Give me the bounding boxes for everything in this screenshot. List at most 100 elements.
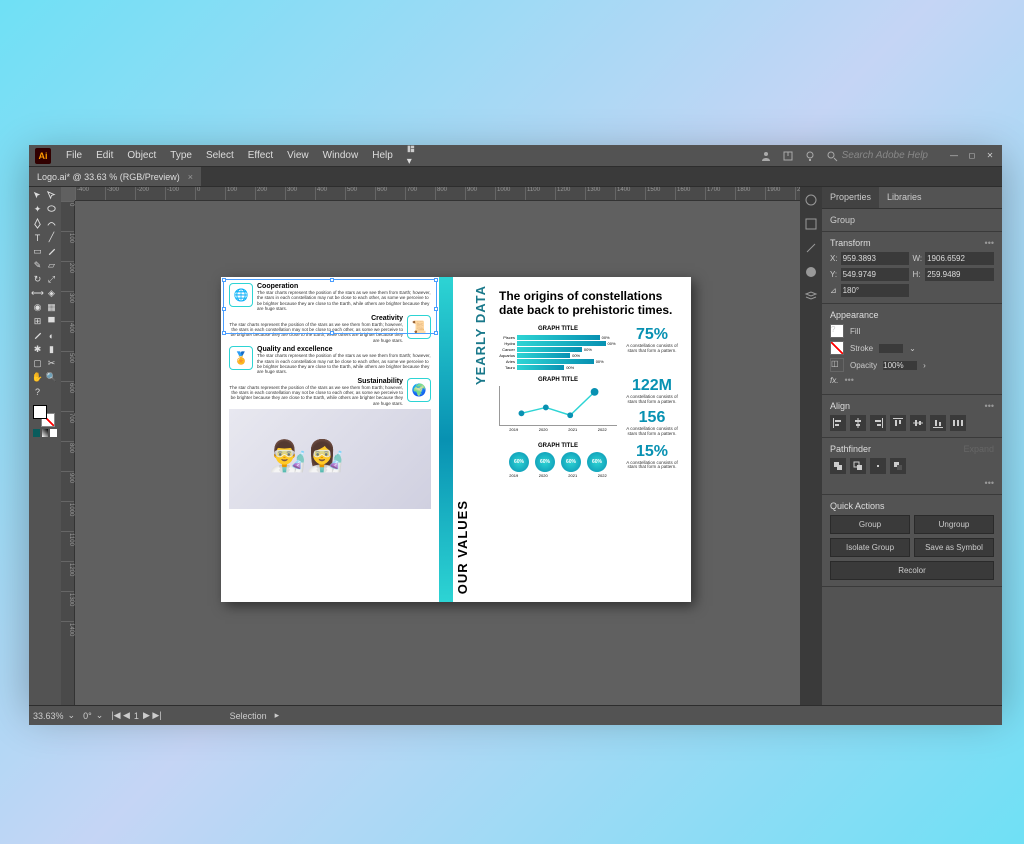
- opacity-swatch[interactable]: ◫: [830, 358, 844, 372]
- paintbrush-tool[interactable]: [45, 245, 58, 258]
- menu-window[interactable]: Window: [316, 150, 366, 161]
- hand-tool[interactable]: ✋: [31, 371, 44, 384]
- align-bottom[interactable]: [930, 415, 946, 431]
- fill-swatch[interactable]: [33, 405, 47, 419]
- pen-tool[interactable]: [31, 217, 44, 230]
- maximize-button[interactable]: ◻: [964, 151, 980, 161]
- transform-h[interactable]: [925, 268, 994, 281]
- stroke-dropdown[interactable]: ⌄: [909, 344, 916, 353]
- perspective-tool[interactable]: ▦: [45, 301, 58, 314]
- align-left[interactable]: [830, 415, 846, 431]
- stroke-weight[interactable]: [879, 344, 903, 353]
- swatch-none[interactable]: [50, 429, 57, 437]
- expand-button[interactable]: Expand: [963, 444, 994, 454]
- yearly-data-label: YEARLY DATA: [471, 277, 489, 602]
- align-top[interactable]: [890, 415, 906, 431]
- distribute-h[interactable]: [950, 415, 966, 431]
- toggle-fill-stroke[interactable]: ?: [31, 385, 44, 398]
- qa-isolate[interactable]: Isolate Group: [830, 538, 910, 557]
- pathfinder-unite[interactable]: [830, 458, 846, 474]
- align-hcenter[interactable]: [850, 415, 866, 431]
- swatch-color[interactable]: [33, 429, 40, 437]
- shape-builder-tool[interactable]: ◉: [31, 301, 44, 314]
- type-tool[interactable]: T: [31, 231, 44, 244]
- minimize-button[interactable]: —: [946, 151, 962, 161]
- menu-effect[interactable]: Effect: [241, 150, 280, 161]
- layers-panel-icon[interactable]: [804, 289, 818, 303]
- tab-properties[interactable]: Properties: [822, 187, 879, 208]
- rectangle-tool[interactable]: ▭: [31, 245, 44, 258]
- qa-ungroup[interactable]: Ungroup: [914, 515, 994, 534]
- menu-help[interactable]: Help: [365, 150, 400, 161]
- fill-swatch[interactable]: ?: [830, 324, 844, 338]
- menu-file[interactable]: File: [59, 150, 89, 161]
- menu-edit[interactable]: Edit: [89, 150, 120, 161]
- opacity-input[interactable]: [883, 361, 917, 370]
- share-icon[interactable]: [782, 150, 794, 162]
- qa-save-symbol[interactable]: Save as Symbol: [914, 538, 994, 557]
- scale-tool[interactable]: ⤢: [45, 273, 58, 286]
- brushes-panel-icon[interactable]: [804, 241, 818, 255]
- qa-recolor[interactable]: Recolor: [830, 561, 994, 580]
- tab-libraries[interactable]: Libraries: [879, 187, 930, 208]
- eyedropper-tool[interactable]: [31, 329, 44, 342]
- transform-x[interactable]: [841, 252, 910, 265]
- doc-tab[interactable]: Logo.ai* @ 33.63 % (RGB/Preview) ×: [29, 167, 201, 186]
- pathfinder-exclude[interactable]: [890, 458, 906, 474]
- artboard-nav[interactable]: |◀ ◀ 1 ▶ ▶|: [111, 710, 161, 721]
- symbol-sprayer-tool[interactable]: ✱: [31, 343, 44, 356]
- free-transform-tool[interactable]: ◈: [45, 287, 58, 300]
- value-body: The star charts represent the position o…: [229, 385, 403, 407]
- selection-arrow[interactable]: ▸: [275, 710, 280, 721]
- direct-selection-tool[interactable]: [45, 189, 58, 202]
- mesh-tool[interactable]: ⊞: [31, 315, 44, 328]
- more-icon[interactable]: •••: [985, 401, 994, 411]
- align-vcenter[interactable]: [910, 415, 926, 431]
- more-icon[interactable]: •••: [844, 375, 853, 385]
- search-box[interactable]: Search Adobe Help: [826, 150, 928, 162]
- pathfinder-intersect[interactable]: [870, 458, 886, 474]
- color-panel-icon[interactable]: [804, 193, 818, 207]
- selection-tool[interactable]: [31, 189, 44, 202]
- more-icon[interactable]: •••: [985, 478, 994, 488]
- stroke-swatch[interactable]: [830, 341, 844, 355]
- slice-tool[interactable]: ✂: [45, 357, 58, 370]
- rotate-tool[interactable]: ↻: [31, 273, 44, 286]
- column-graph-tool[interactable]: ▮: [45, 343, 58, 356]
- arrange-docs-icon[interactable]: ▾: [400, 145, 422, 167]
- magic-wand-tool[interactable]: ✦: [31, 203, 44, 216]
- shaper-tool[interactable]: ✎: [31, 259, 44, 272]
- lasso-tool[interactable]: [45, 203, 58, 216]
- rotate-view[interactable]: 0° ⌄: [83, 710, 103, 721]
- bulb-icon[interactable]: [804, 150, 816, 162]
- canvas[interactable]: -400-300-200-100010020030040050060070080…: [61, 187, 800, 705]
- artboard-tool[interactable]: ▢: [31, 357, 44, 370]
- tab-close-icon[interactable]: ×: [188, 172, 193, 182]
- menu-select[interactable]: Select: [199, 150, 241, 161]
- eraser-tool[interactable]: ▱: [45, 259, 58, 272]
- more-icon[interactable]: •••: [985, 238, 994, 248]
- curvature-tool[interactable]: [45, 217, 58, 230]
- user-icon[interactable]: [760, 150, 772, 162]
- close-button[interactable]: ✕: [982, 151, 998, 161]
- pathfinder-minus[interactable]: [850, 458, 866, 474]
- align-right[interactable]: [870, 415, 886, 431]
- menu-object[interactable]: Object: [120, 150, 163, 161]
- swatch-gradient[interactable]: [42, 429, 49, 437]
- line-tool[interactable]: ╱: [45, 231, 58, 244]
- transform-angle[interactable]: [841, 284, 910, 297]
- menu-view[interactable]: View: [280, 150, 316, 161]
- zoom-tool[interactable]: 🔍: [45, 371, 58, 384]
- opacity-dropdown[interactable]: ›: [923, 361, 926, 370]
- swatches-panel-icon[interactable]: [804, 217, 818, 231]
- zoom-level[interactable]: 33.63% ⌄: [33, 710, 75, 721]
- menu-type[interactable]: Type: [163, 150, 199, 161]
- color-swatches[interactable]: [31, 403, 59, 439]
- width-tool[interactable]: ⟷: [31, 287, 44, 300]
- blend-tool[interactable]: ◐: [45, 329, 58, 342]
- transform-y[interactable]: [841, 268, 910, 281]
- qa-group[interactable]: Group: [830, 515, 910, 534]
- transform-w[interactable]: [925, 252, 994, 265]
- gradient-tool[interactable]: ▀: [45, 315, 58, 328]
- symbols-panel-icon[interactable]: [804, 265, 818, 279]
